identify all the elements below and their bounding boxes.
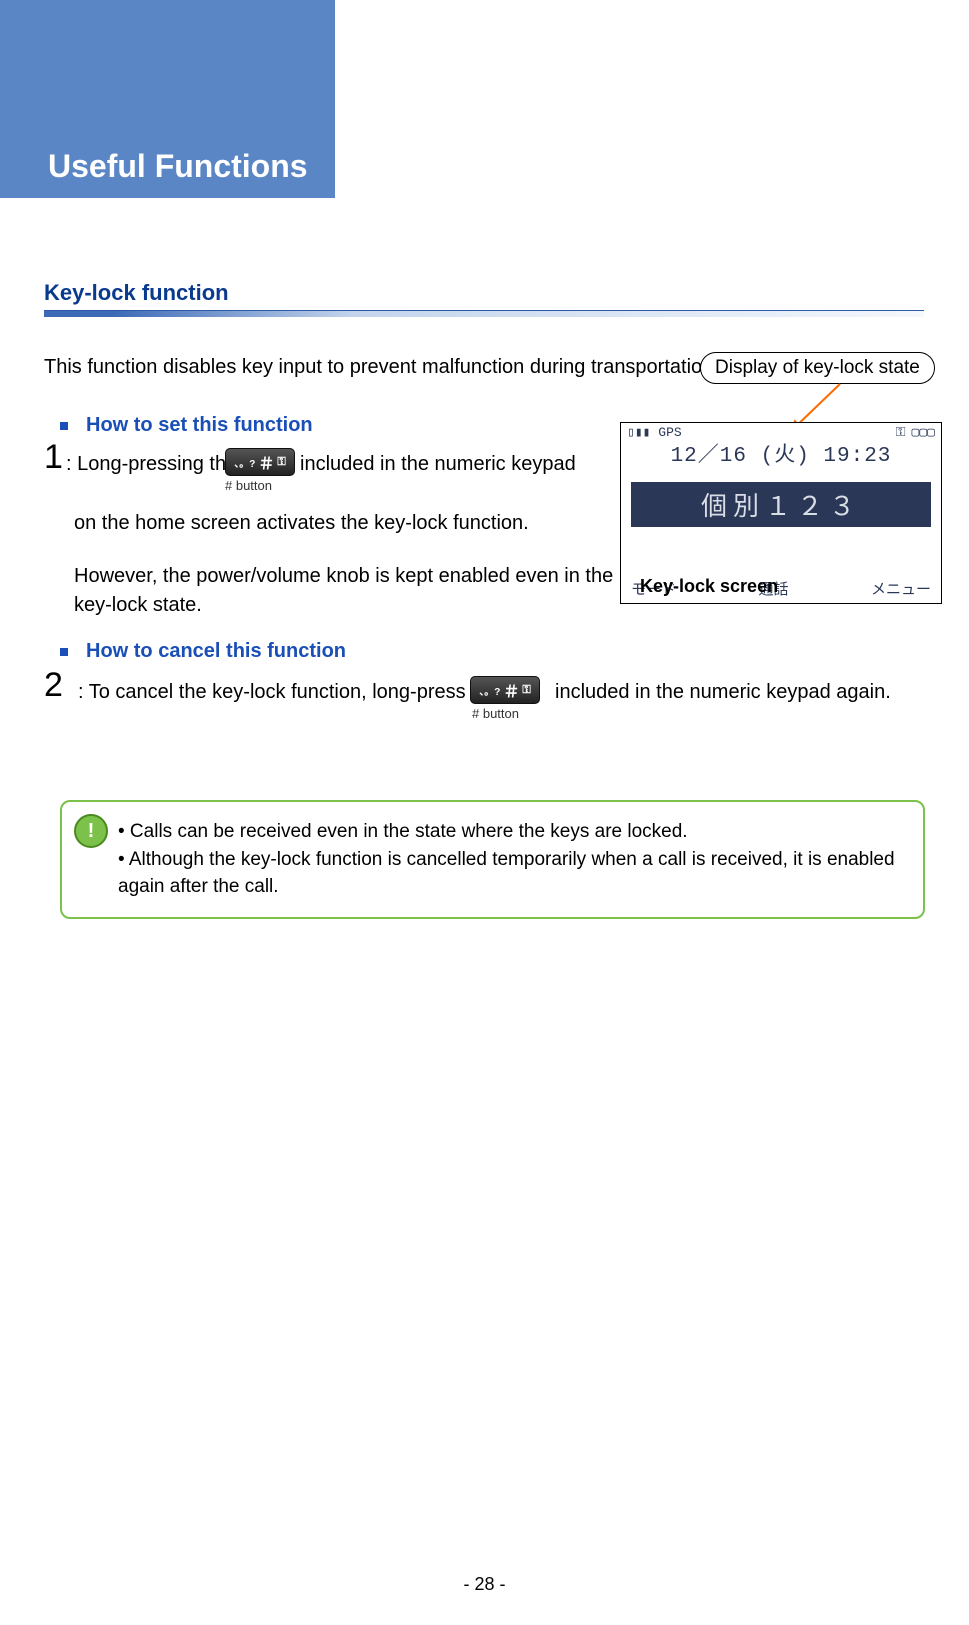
note-box: ! • Calls can be received even in the st… (60, 800, 925, 919)
phone-softkey-right: メニュー (871, 578, 931, 599)
hash-button-hash-glyph: ＃ (258, 450, 274, 474)
manual-page: Useful Functions Key-lock function This … (0, 0, 969, 1625)
step2-text-post: included in the numeric keypad again. (555, 681, 955, 704)
hash-button-icon: 、。? ＃ ⚿ (225, 448, 295, 476)
note-line-1: • Calls can be received even in the stat… (118, 818, 905, 846)
note-line-2: • Although the key-lock function is canc… (118, 846, 905, 901)
callout-display-keylock: Display of key-lock state (700, 352, 935, 384)
hash-button-left-symbols: 、。? (234, 455, 255, 470)
section-underline (44, 310, 924, 317)
hash-button-left-symbols: 、。? (479, 683, 500, 698)
page-number: - 28 - (0, 1574, 969, 1595)
hash-button-key-icon: ⚿ (277, 456, 285, 469)
subhead-how-to-set-text: How to set this function (86, 414, 313, 436)
hash-button-icon: 、。? ＃ ⚿ (470, 676, 540, 704)
step-number-1: 1 (44, 438, 63, 477)
step-number-2: 2 (44, 666, 63, 705)
subhead-how-to-cancel: How to cancel this function (60, 640, 346, 663)
section-heading: Key-lock function (44, 280, 229, 306)
step1-text-post: included in the numeric keypad (300, 453, 630, 476)
note-exclamation-icon: ! (74, 814, 108, 848)
bullet-icon (60, 648, 68, 656)
subhead-how-to-set: How to set this function (60, 414, 313, 437)
subhead-how-to-cancel-text: How to cancel this function (86, 640, 346, 662)
step1-text-line3: However, the power/volume knob is kept e… (74, 562, 634, 620)
phone-mode-band: 個別１２３ (631, 482, 931, 527)
hash-button-key-icon: ⚿ (522, 684, 530, 697)
step2-text-pre: : To cancel the key-lock function, long-… (78, 681, 499, 704)
phone-status-battery-icon: ▢▢▢ (912, 425, 935, 440)
phone-datetime: 12／16 (火) 19:23 (621, 438, 941, 468)
keylock-screen-label: Key-lock screen (640, 576, 778, 597)
section-intro-text: This function disables key input to prev… (44, 356, 784, 379)
bullet-icon (60, 422, 68, 430)
chapter-title: Useful Functions (48, 148, 308, 185)
phone-status-lock-icon: ⚿ (896, 425, 906, 440)
hash-button-label-1: # button (225, 478, 272, 493)
hash-button-hash-glyph: ＃ (503, 678, 519, 702)
step1-text-line2: on the home screen activates the key-loc… (74, 512, 634, 535)
hash-button-label-2: # button (472, 706, 519, 721)
